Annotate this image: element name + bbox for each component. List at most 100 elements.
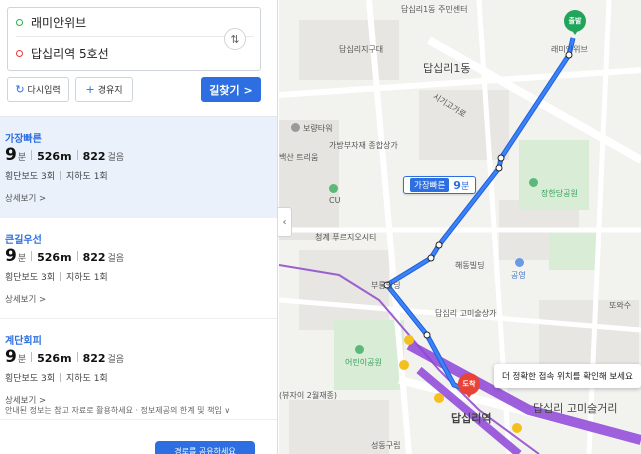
park-icon: [529, 178, 538, 187]
tooltip-text: 더 정확한 접속 위치를 확인해 보세요: [502, 372, 633, 382]
find-route-button[interactable]: 길찾기 >: [201, 77, 261, 102]
route-badge-minutes: 9: [453, 178, 461, 192]
route-minutes: 9: [5, 145, 17, 165]
map-view[interactable]: 답십리1동 주민센터 답십리지구대 답십리1동 래미안위브 시기고가로 보량타워…: [279, 0, 641, 454]
route-detail-link[interactable]: 상세보기 >: [5, 293, 46, 305]
route-steps: 822: [82, 150, 106, 163]
map-label-dong1: 답십리1동: [423, 62, 471, 75]
map-label-cheonggye[interactable]: 청계 푸르지오시티: [315, 232, 376, 243]
route-input-box: 래미안위브 답십리역 5호선 ⇅: [7, 7, 261, 71]
map-label-gomieul[interactable]: 답십리 고미술상가: [435, 308, 496, 319]
map-label-vyuja[interactable]: (뷰자이 2월재종): [279, 390, 337, 401]
start-marker[interactable]: 출발: [564, 10, 586, 35]
start-input-text: 래미안위브: [31, 16, 87, 30]
route-minutes: 9: [5, 347, 17, 367]
route-minutes-unit: 분: [17, 153, 27, 163]
summary-separator: [76, 352, 78, 362]
parking-icon: [515, 258, 524, 267]
destination-input-text: 답십리역 5호선: [31, 46, 109, 61]
route-summary: 9 분 526m 822 걸음: [5, 246, 124, 266]
route-time-badge[interactable]: 가장빠른 9 분: [403, 176, 477, 194]
start-marker-label: 출발: [568, 17, 582, 25]
summary-separator: [31, 150, 33, 160]
route-detail-link[interactable]: 상세보기 >: [5, 192, 46, 204]
map-label-haedeung[interactable]: 해동빌딩: [455, 260, 484, 271]
crosswalk-count: 횡단보도 3회: [5, 172, 55, 182]
map-label-raemian[interactable]: 래미안위브: [551, 44, 588, 55]
underpass-count: 지하도 1회: [66, 374, 108, 384]
destination-dot-icon: [16, 49, 23, 57]
disclaimer-notice[interactable]: 안내된 정보는 참고 자료로 활용하세요 · 정보제공의 한계 및 책임 ∨: [5, 405, 230, 416]
map-label-gabang[interactable]: 가방부자재 종합상가: [329, 140, 398, 151]
route-result-main-road[interactable]: 큰길우선 9 분 526m 822 걸음 횡단보도 3회 지하도 1회 상세보기…: [0, 218, 277, 318]
reset-button[interactable]: ↻ 다시입력: [7, 77, 69, 102]
detail-separator: [60, 171, 61, 180]
route-distance: 526m: [37, 352, 72, 365]
route-summary: 9 분 526m 822 걸음: [5, 145, 124, 165]
refresh-icon: ↻: [15, 83, 25, 96]
swap-arrows-icon: ⇅: [230, 32, 240, 46]
route-type-label: 큰길우선: [5, 235, 42, 246]
map-label-station[interactable]: 답십리역: [451, 410, 491, 426]
route-minutes: 9: [5, 246, 17, 266]
reset-button-label: 다시입력: [27, 86, 61, 96]
route-type-label: 계단회피: [5, 336, 42, 347]
share-route-button[interactable]: 경로를 공유하세요: [155, 441, 255, 454]
route-result-avoid-stairs[interactable]: 계단회피 9 분 526m 822 걸음 횡단보도 3회 지하도 1회 상세보기…: [0, 319, 277, 419]
crosswalk-count: 횡단보도 3회: [5, 273, 55, 283]
route-type-label: 가장빠른: [5, 134, 42, 145]
result-divider: [0, 419, 277, 420]
building-icon: [291, 123, 300, 132]
route-minutes-unit: 분: [17, 254, 27, 264]
route-badge-unit: 분: [460, 181, 470, 192]
entrance-tooltip[interactable]: 더 정확한 접속 위치를 확인해 보세요: [494, 364, 641, 388]
route-distance: 526m: [37, 150, 72, 163]
detail-separator: [60, 373, 61, 382]
map-label-gomisul-street: 답십리 고미술거리: [533, 402, 618, 415]
map-label-baeksan[interactable]: 백산 트리움: [279, 152, 318, 163]
detail-separator: [60, 272, 61, 281]
directions-panel: 래미안위브 답십리역 5호선 ⇅ ↻ 다시입력 + 경유지 길찾기 > 가장빠른…: [0, 0, 278, 454]
map-label-boryang[interactable]: 보량타워: [303, 123, 332, 134]
route-minutes-unit: 분: [17, 355, 27, 365]
underpass-count: 지하도 1회: [66, 273, 108, 283]
chevron-left-icon: ‹: [282, 216, 287, 228]
route-steps-unit: 걸음: [107, 153, 125, 163]
underpass-count: 지하도 1회: [66, 172, 108, 182]
summary-separator: [31, 352, 33, 362]
add-waypoint-button[interactable]: + 경유지: [75, 77, 133, 102]
route-badge-tag: 가장빠른: [410, 178, 450, 192]
map-label-jigudae[interactable]: 답십리지구대: [339, 44, 383, 55]
find-route-label: 길찾기 >: [209, 83, 253, 97]
map-label-ttowasu[interactable]: 또와수: [609, 300, 631, 311]
route-summary: 9 분 526m 822 걸음: [5, 347, 124, 367]
map-label-gongyeong[interactable]: 공영: [511, 270, 526, 281]
swap-route-button[interactable]: ⇅: [224, 28, 246, 50]
map-label-yeolin-park[interactable]: 어린이공원: [345, 357, 382, 368]
action-buttons: ↻ 다시입력 + 경유지 길찾기 >: [7, 77, 261, 102]
map-label-cu[interactable]: CU: [329, 196, 340, 205]
start-dot-icon: [16, 19, 23, 26]
route-detail: 횡단보도 3회 지하도 1회: [5, 169, 108, 182]
summary-separator: [76, 150, 78, 160]
route-result-fastest[interactable]: 가장빠른 9 분 526m 822 걸음 횡단보도 3회 지하도 1회 상세보기…: [0, 117, 277, 217]
summary-separator: [76, 251, 78, 261]
crosswalk-count: 횡단보도 3회: [5, 374, 55, 384]
collapse-panel-button[interactable]: ‹: [278, 207, 292, 237]
destination-input[interactable]: 답십리역 5호선: [16, 39, 221, 67]
map-label-dong1-center[interactable]: 답십리1동 주민센터: [401, 4, 468, 15]
route-steps: 822: [82, 251, 106, 264]
park-icon: [355, 345, 364, 354]
summary-separator: [31, 251, 33, 261]
destination-marker[interactable]: 도착: [458, 373, 480, 398]
map-label-seongdong[interactable]: 성동구립: [371, 440, 400, 451]
route-detail: 횡단보도 3회 지하도 1회: [5, 270, 108, 283]
route-steps-unit: 걸음: [107, 254, 125, 264]
map-label-bukyeong[interactable]: 부롱빌딩: [371, 280, 400, 291]
store-icon: [329, 184, 338, 193]
destination-marker-label: 도착: [462, 380, 476, 388]
map-label-janghan-park[interactable]: 장한당공원: [541, 188, 578, 199]
add-waypoint-label: 경유지: [97, 86, 123, 96]
route-detail: 횡단보도 3회 지하도 1회: [5, 371, 108, 384]
start-input[interactable]: 래미안위브: [16, 9, 254, 37]
